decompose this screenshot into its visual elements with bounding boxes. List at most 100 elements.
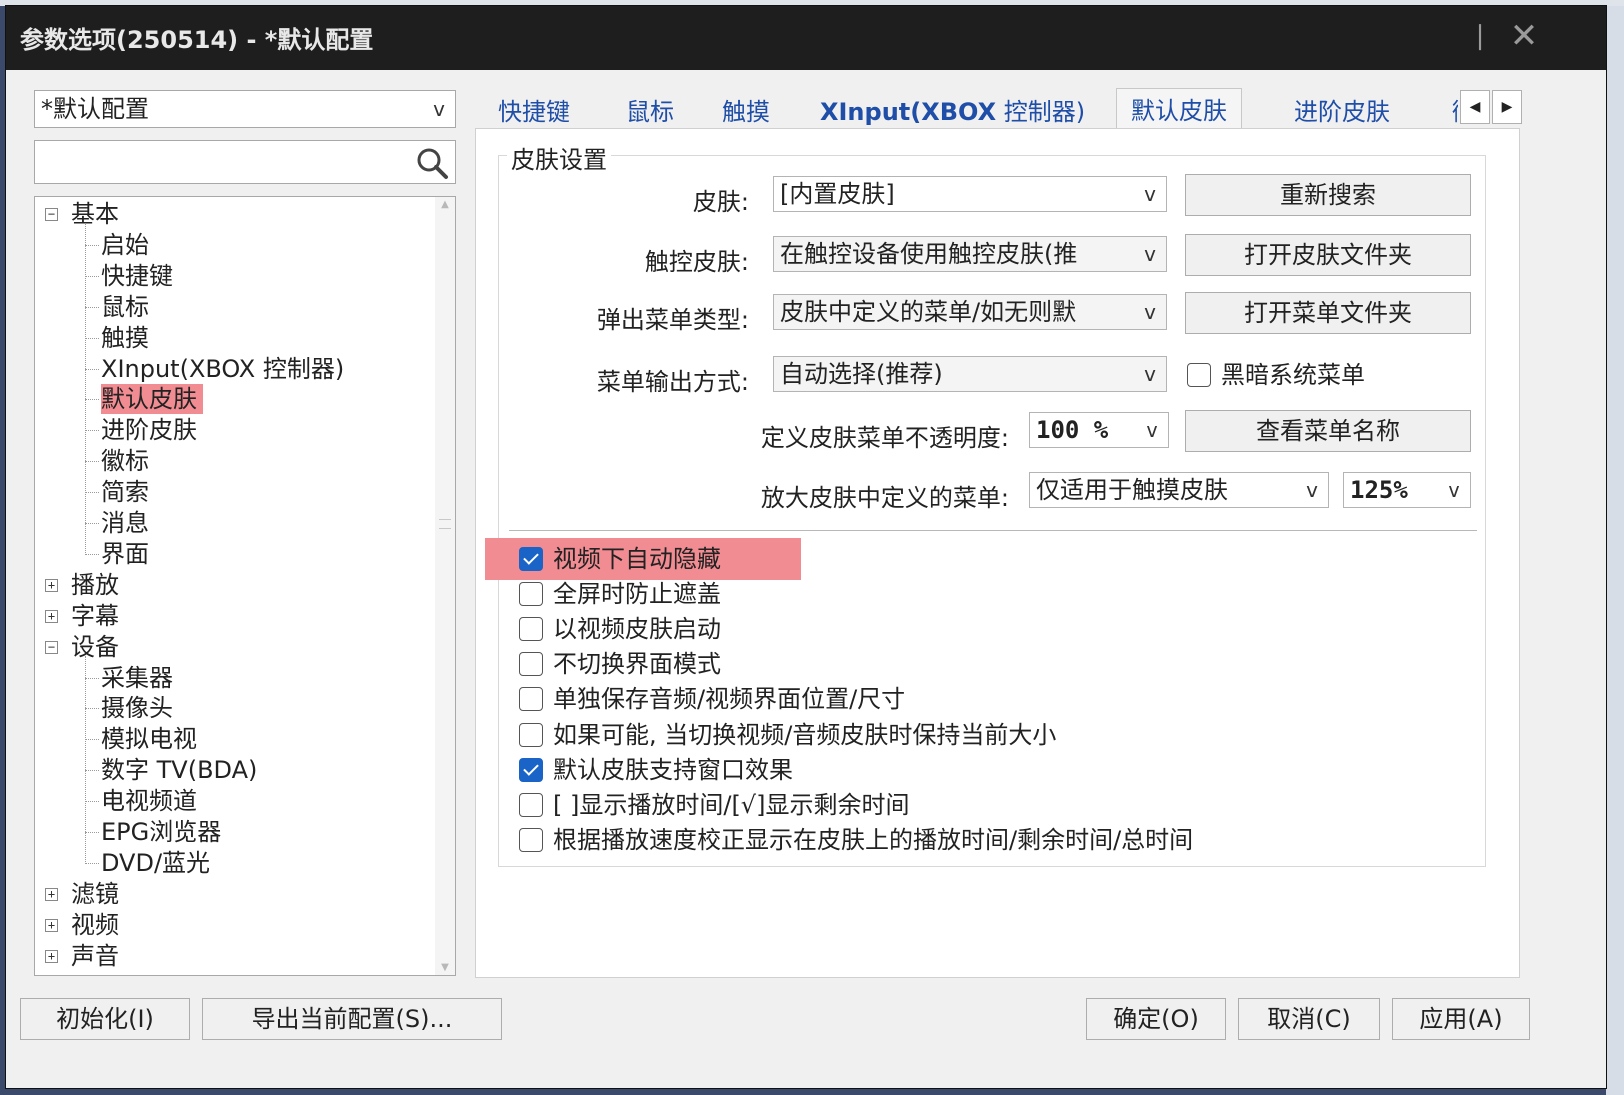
tab-default-skin[interactable]: 默认皮肤 [1116, 88, 1242, 128]
settings-tree[interactable]: ▲ ▼ 基本 − 启始 快捷键 鼠标 触摸 XInput(XBOX 控制器) 默认皮肤 进阶皮肤… [34, 196, 456, 976]
dark-menu-checkbox[interactable] [1187, 363, 1211, 387]
popup-menu-dropdown-value: 皮肤中定义的菜单/如无则默 [780, 298, 1077, 326]
tree-item[interactable]: 快捷键 [101, 261, 173, 291]
checkbox[interactable] [519, 617, 543, 642]
cancel-button[interactable]: 取消(C) [1238, 998, 1380, 1040]
tree-item[interactable]: 摄像头 [101, 693, 173, 723]
desktop-edge [1606, 6, 1624, 1095]
checkbox[interactable] [519, 687, 543, 712]
tree-item[interactable]: 字幕 [71, 601, 119, 631]
skin-dropdown[interactable]: [内置皮肤] v [773, 176, 1167, 212]
tree-item[interactable]: DVD/蓝光 [101, 848, 210, 878]
open-menu-folder-button[interactable]: 打开菜单文件夹 [1185, 292, 1471, 334]
collapse-icon[interactable]: − [45, 640, 58, 654]
tree-item[interactable]: 播放 [71, 570, 119, 600]
export-button[interactable]: 导出当前配置(S)... [202, 998, 502, 1040]
expand-icon[interactable]: + [45, 578, 58, 592]
tree-item[interactable]: 声音 [71, 941, 119, 971]
init-button[interactable]: 初始化(I) [20, 998, 190, 1040]
checkbox[interactable] [519, 652, 543, 677]
close-icon[interactable]: ✕ [1506, 18, 1542, 54]
tree-item[interactable]: 进阶皮肤 [101, 415, 197, 445]
tree-item[interactable]: 模拟电视 [101, 724, 197, 754]
tree-item[interactable]: 鼠标 [101, 292, 149, 322]
search-input[interactable] [34, 140, 456, 184]
popup-menu-dropdown[interactable]: 皮肤中定义的菜单/如无则默 v [773, 294, 1167, 330]
popup-menu-label: 弹出菜单类型: [596, 306, 749, 334]
scroll-thumb[interactable] [439, 519, 451, 529]
opacity-dropdown-value: 100 % [1036, 416, 1109, 444]
tree-item[interactable]: 设备 [71, 632, 119, 662]
title-bar[interactable]: 参数选项(250514) - *默认配置 ❘ ✕ [6, 6, 1606, 70]
zoom-scope-dropdown-value: 仅适用于触摸皮肤 [1036, 476, 1228, 504]
profile-dropdown[interactable]: *默认配置 v [34, 90, 456, 128]
chevron-down-icon: v [1144, 362, 1156, 386]
option-label: 默认皮肤支持窗口效果 [553, 755, 793, 784]
tree-item[interactable]: 徽标 [101, 446, 149, 476]
tree-item[interactable]: 简索 [101, 477, 149, 507]
tab-touch[interactable]: 触摸 [722, 92, 770, 127]
tree-connector [85, 275, 99, 277]
tree-connector [85, 306, 99, 308]
pin-icon[interactable]: ❘ [1466, 22, 1494, 50]
checkbox[interactable] [519, 722, 543, 747]
open-skin-folder-button[interactable]: 打开皮肤文件夹 [1185, 234, 1471, 276]
checkbox[interactable] [519, 792, 543, 817]
tree-connector [85, 677, 99, 679]
expand-icon[interactable]: + [45, 918, 58, 932]
expand-icon[interactable]: + [45, 609, 58, 623]
tree-item[interactable]: 数字 TV(BDA) [101, 755, 257, 785]
tree-connector [85, 368, 99, 370]
zoom-dropdown[interactable]: 125% v [1343, 472, 1471, 508]
tree-item[interactable]: 默认皮肤 [101, 384, 203, 415]
tab-xinput[interactable]: XInput(XBOX 控制器) [820, 92, 1085, 127]
tree-item[interactable]: 消息 [101, 508, 149, 538]
menu-output-dropdown[interactable]: 自动选择(推荐) v [773, 356, 1167, 392]
checkbox-checked[interactable] [519, 757, 543, 782]
tree-item[interactable]: 采集器 [101, 663, 173, 693]
option-label: 如果可能, 当切换视频/音频皮肤时保持当前大小 [553, 720, 1057, 749]
skin-settings-group: 皮肤设置 皮肤: [内置皮肤] v 重新搜索 触控皮肤: 在触控设备使用触控皮肤… [485, 140, 1486, 867]
chevron-down-icon: v [433, 97, 445, 121]
zoom-scope-dropdown[interactable]: 仅适用于触摸皮肤 v [1029, 472, 1329, 508]
zoom-label: 放大皮肤中定义的菜单: [760, 484, 1009, 512]
expand-icon[interactable]: + [45, 949, 58, 963]
tree-item[interactable]: 电视频道 [101, 786, 197, 816]
tree-item[interactable]: 视频 [71, 910, 119, 940]
view-menu-names-button[interactable]: 查看菜单名称 [1185, 410, 1471, 452]
zoom-dropdown-value: 125% [1350, 476, 1408, 504]
scroll-down-icon[interactable]: ▼ [435, 962, 455, 973]
tree-item[interactable]: 滤镜 [71, 879, 119, 909]
menu-output-label: 菜单输出方式: [596, 368, 749, 396]
checkbox[interactable] [519, 582, 543, 607]
search-icon[interactable] [415, 146, 449, 180]
scroll-up-icon[interactable]: ▲ [435, 199, 455, 210]
apply-button[interactable]: 应用(A) [1392, 998, 1530, 1040]
collapse-icon[interactable]: − [45, 208, 58, 221]
touch-skin-dropdown[interactable]: 在触控设备使用触控皮肤(推 v [773, 236, 1167, 272]
window-title: 参数选项(250514) - *默认配置 [20, 26, 374, 54]
tab-mouse[interactable]: 鼠标 [626, 92, 674, 127]
tree-item[interactable]: 界面 [101, 539, 149, 569]
rescan-button[interactable]: 重新搜索 [1185, 174, 1471, 216]
tree-item[interactable]: 启始 [101, 230, 149, 260]
checkbox[interactable] [519, 827, 543, 852]
ok-button[interactable]: 确定(O) [1086, 998, 1226, 1040]
opacity-label: 定义皮肤菜单不透明度: [760, 424, 1009, 452]
option-label: 根据播放速度校正显示在皮肤上的播放时间/剩余时间/总时间 [553, 825, 1194, 854]
expand-icon[interactable]: + [45, 887, 58, 901]
tree-scrollbar[interactable]: ▲ ▼ [435, 197, 455, 975]
tab-logo-partial[interactable]: 徽 [1452, 92, 1458, 127]
tab-advanced-skin[interactable]: 进阶皮肤 [1294, 92, 1390, 127]
tree-item[interactable]: 基本 [71, 199, 119, 229]
tab-shortcuts[interactable]: 快捷键 [498, 92, 570, 127]
tree-guide [85, 655, 86, 864]
tab-scroll-right-icon[interactable]: ▶ [1492, 90, 1522, 124]
option-label: 全屏时防止遮盖 [553, 580, 721, 609]
opacity-dropdown[interactable]: 100 % v [1029, 412, 1169, 448]
checkbox-checked[interactable] [519, 547, 543, 571]
tree-item[interactable]: EPG浏览器 [101, 817, 221, 847]
tab-scroll-left-icon[interactable]: ◀ [1460, 90, 1490, 124]
tree-item[interactable]: 触摸 [101, 323, 149, 353]
tree-item[interactable]: XInput(XBOX 控制器) [101, 354, 344, 384]
